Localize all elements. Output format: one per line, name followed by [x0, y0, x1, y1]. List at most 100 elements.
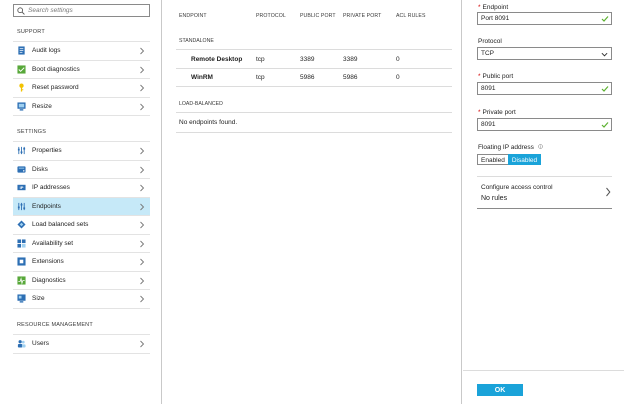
- sidebar-item-size[interactable]: Size: [13, 290, 150, 309]
- group-header-load-balanced: LOAD-BALANCED: [179, 101, 223, 107]
- cell-public-port: 3389: [300, 56, 315, 63]
- sidebar-item-availability-set[interactable]: Availability set: [13, 235, 150, 253]
- sidebar-item-label: Audit logs: [32, 47, 61, 55]
- settings-group: Properties Disks IP IP addresses Endpoin…: [13, 141, 150, 309]
- sidebar-item-endpoints[interactable]: Endpoints: [13, 197, 150, 216]
- cell-endpoint: WinRM: [191, 74, 213, 81]
- endpoint-editor-blade: *Endpoint Protocol TCP *Public port *Pri…: [463, 0, 624, 404]
- checkmark-icon: [601, 122, 609, 128]
- protocol-select[interactable]: TCP: [477, 47, 612, 60]
- sidebar-item-label: Availability set: [32, 239, 74, 247]
- table-row[interactable]: WinRM tcp 5986 5986 0: [176, 69, 452, 87]
- chevron-down-icon: [601, 52, 608, 57]
- chevron-right-icon: [140, 203, 145, 210]
- column-header-public-port[interactable]: PUBLIC PORT: [300, 13, 336, 19]
- floating-ip-label: Floating IP address: [478, 144, 543, 151]
- chevron-right-icon: [140, 66, 145, 73]
- users-icon: [17, 339, 26, 348]
- floating-ip-toggle[interactable]: Enabled Disabled: [477, 154, 542, 165]
- sidebar-item-reset-password[interactable]: Reset password: [13, 79, 150, 98]
- ok-button[interactable]: OK: [477, 384, 523, 396]
- disk-icon: [17, 165, 26, 174]
- chevron-right-icon: [140, 277, 145, 284]
- sidebar-item-disks[interactable]: Disks: [13, 161, 150, 179]
- sidebar-item-label: Properties: [32, 147, 62, 155]
- chevron-right-icon: [140, 166, 145, 173]
- diagnostics-icon: [17, 276, 26, 285]
- resource-management-group: Users: [13, 334, 150, 354]
- public-port-field[interactable]: [477, 82, 612, 95]
- section-settings: SETTINGS: [17, 129, 47, 135]
- sidebar-item-label: Boot diagnostics: [32, 65, 80, 73]
- size-icon: [17, 294, 26, 303]
- required-asterisk: *: [478, 109, 481, 116]
- sidebar-item-load-balanced-sets[interactable]: Load balanced sets: [13, 216, 150, 235]
- chevron-right-icon: [140, 340, 145, 348]
- chevron-right-icon: [140, 221, 145, 229]
- sidebar-item-extensions[interactable]: Extensions: [13, 253, 150, 272]
- endpoint-field[interactable]: [477, 12, 612, 25]
- access-control-value: No rules: [481, 195, 508, 202]
- blade-footer: OK: [463, 370, 624, 404]
- properties-icon: [17, 146, 26, 155]
- cell-protocol: tcp: [256, 56, 265, 63]
- load-balancer-icon: [17, 220, 26, 229]
- sidebar-item-diagnostics[interactable]: Diagnostics: [13, 272, 150, 290]
- sidebar-item-label: Size: [32, 295, 45, 303]
- public-port-input[interactable]: [481, 85, 596, 92]
- endpoint-input[interactable]: [481, 15, 596, 22]
- sidebar-item-label: IP addresses: [32, 184, 70, 192]
- checkmark-icon: [601, 16, 609, 22]
- sidebar-item-label: Diagnostics: [32, 276, 66, 284]
- chevron-right-icon: [140, 240, 145, 247]
- private-port-field-label: * Private port: [478, 109, 516, 116]
- endpoint-icon: [17, 202, 26, 211]
- chevron-right-icon: [140, 84, 145, 92]
- sidebar-item-properties[interactable]: Properties: [13, 142, 150, 161]
- cell-public-port: 5986: [300, 74, 315, 81]
- sidebar-item-label: Endpoints: [32, 202, 61, 210]
- toggle-disabled-option[interactable]: Disabled: [507, 154, 542, 165]
- section-support: SUPPORT: [17, 29, 45, 35]
- private-port-input[interactable]: [481, 121, 596, 128]
- column-header-protocol[interactable]: PROTOCOL: [256, 13, 286, 19]
- info-icon[interactable]: [537, 144, 543, 149]
- endpoints-blade: ENDPOINT PROTOCOL PUBLIC PORT PRIVATE PO…: [163, 0, 462, 404]
- column-header-private-port[interactable]: PRIVATE PORT: [343, 13, 381, 19]
- sidebar-item-users[interactable]: Users: [13, 335, 150, 354]
- protocol-field-label: Protocol: [478, 38, 502, 45]
- sidebar-item-label: Extensions: [32, 258, 64, 266]
- chevron-right-icon: [140, 147, 145, 155]
- extensions-icon: [17, 257, 26, 266]
- table-row[interactable]: Remote Desktop tcp 3389 3389 0: [176, 51, 452, 69]
- search-box[interactable]: [13, 4, 150, 17]
- chevron-right-icon: [140, 47, 145, 55]
- sidebar-item-label: Reset password: [32, 84, 79, 92]
- divider: [176, 112, 452, 113]
- protocol-selected-value: TCP: [481, 50, 494, 57]
- toggle-enabled-option[interactable]: Enabled: [477, 154, 508, 165]
- availability-set-icon: [17, 239, 26, 248]
- sidebar-item-resize[interactable]: Resize: [13, 98, 150, 116]
- svg-text:IP: IP: [20, 185, 24, 190]
- sidebar-item-label: Disks: [32, 165, 48, 173]
- sidebar-item-boot-diagnostics[interactable]: Boot diagnostics: [13, 61, 150, 79]
- required-asterisk: *: [478, 73, 481, 80]
- checkmark-icon: [601, 86, 609, 92]
- column-header-endpoint[interactable]: ENDPOINT: [179, 13, 207, 19]
- private-port-field[interactable]: [477, 118, 612, 131]
- audit-log-icon: [17, 46, 26, 55]
- column-header-acl-rules[interactable]: ACL RULES: [396, 13, 426, 19]
- sidebar-item-label: Users: [32, 340, 49, 348]
- cell-private-port: 3389: [343, 56, 358, 63]
- divider: [176, 132, 452, 133]
- sidebar-item-audit-logs[interactable]: Audit logs: [13, 42, 150, 61]
- settings-blade: SUPPORT Audit logs Boot diagnostics Rese…: [0, 0, 162, 404]
- configure-access-control-link[interactable]: Configure access control No rules: [477, 176, 612, 209]
- sidebar-item-ip-addresses[interactable]: IP IP addresses: [13, 179, 150, 198]
- search-icon: [17, 6, 25, 15]
- search-input[interactable]: [28, 7, 148, 14]
- cell-private-port: 5986: [343, 74, 358, 81]
- boot-diagnostics-icon: [17, 65, 26, 74]
- divider: [176, 49, 452, 50]
